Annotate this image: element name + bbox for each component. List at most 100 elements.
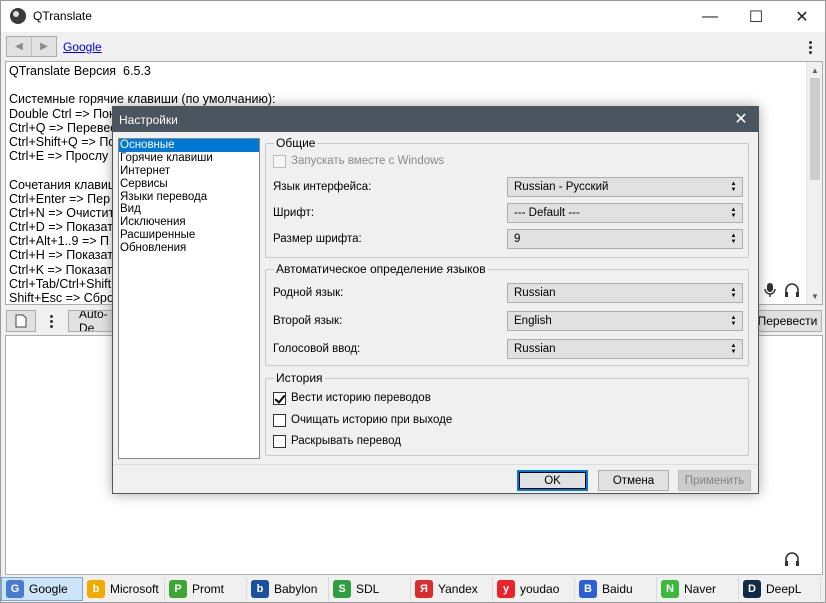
translation-headphones-icon[interactable]	[784, 551, 800, 567]
dialog-title: Настройки	[119, 113, 178, 127]
close-icon[interactable]: ✕	[779, 1, 825, 32]
naver-icon: N	[661, 580, 679, 598]
autodetect-group-title: Автоматическое определение языков	[274, 262, 488, 276]
category-item[interactable]: Языки перевода	[119, 191, 259, 204]
headphones-icon[interactable]	[784, 282, 800, 298]
spin-caret-icon: ▲ ▼	[730, 207, 737, 219]
scroll-up-icon[interactable]: ▲	[807, 62, 822, 78]
scroll-thumb[interactable]	[810, 78, 820, 180]
keep-history-label: Вести историю переводов	[291, 392, 431, 404]
category-item[interactable]: Обновления	[119, 242, 259, 255]
deepl-icon: D	[743, 580, 761, 598]
service-link[interactable]: Google	[63, 40, 102, 54]
font-size-value: 9	[514, 233, 521, 245]
service-tab[interactable]: P Promt	[165, 577, 247, 601]
service-tab[interactable]: N Naver	[657, 577, 739, 601]
apply-button[interactable]: Применить	[678, 470, 751, 491]
service-tab[interactable]: b Babylon	[247, 577, 329, 601]
minimize-icon[interactable]: —	[687, 1, 733, 32]
history-group-title: История	[274, 371, 325, 385]
category-item[interactable]: Горячие клавиши	[119, 152, 259, 165]
forward-arrow-icon[interactable]: ▶	[31, 37, 56, 56]
spin-caret-icon: ▲ ▼	[730, 181, 737, 193]
babylon-icon: b	[251, 580, 269, 598]
voice-input-select[interactable]: Russian ▲ ▼	[507, 339, 743, 359]
service-tab-label: Yandex	[438, 582, 478, 596]
service-tab[interactable]: B Baidu	[575, 577, 657, 601]
native-language-select[interactable]: Russian ▲ ▼	[507, 283, 743, 303]
maximize-icon[interactable]: ☐	[733, 1, 779, 32]
title-bar: QTranslate — ☐ ✕	[1, 1, 825, 32]
clear-history-checkbox[interactable]	[273, 414, 286, 427]
voice-input-label: Голосовой ввод:	[273, 343, 361, 355]
promt-icon: P	[169, 580, 187, 598]
category-item[interactable]: Интернет	[119, 165, 259, 178]
new-document-button[interactable]	[6, 310, 36, 332]
dialog-title-bar: Настройки ✕	[113, 107, 758, 132]
service-tab-label: Naver	[684, 582, 717, 596]
history-nav: ◀ ▶	[6, 36, 57, 57]
category-item[interactable]: Вид	[119, 203, 259, 216]
baidu-icon: B	[579, 580, 597, 598]
startup-checkbox[interactable]	[273, 155, 286, 168]
service-tab-label: Baidu	[602, 582, 633, 596]
window-title: QTranslate	[33, 9, 92, 23]
document-icon	[15, 314, 27, 328]
category-item[interactable]: Исключения	[119, 216, 259, 229]
service-tab-label: Google	[29, 582, 68, 596]
yandex-icon: Я	[415, 580, 433, 598]
voice-input-value: Russian	[514, 343, 556, 355]
google-icon: G	[6, 580, 24, 598]
back-arrow-icon[interactable]: ◀	[7, 37, 31, 56]
font-select[interactable]: --- Default --- ▲ ▼	[507, 203, 743, 223]
second-language-select[interactable]: English ▲ ▼	[507, 311, 743, 331]
spin-caret-icon: ▲ ▼	[730, 315, 737, 327]
category-item[interactable]: Расширенные	[119, 229, 259, 242]
clear-history-label: Очищать историю при выходе	[291, 414, 453, 426]
expand-translation-checkbox[interactable]	[273, 435, 286, 448]
service-tab[interactable]: y youdao	[493, 577, 575, 601]
dialog-separator	[113, 464, 758, 465]
startup-label: Запускать вместе с Windows	[291, 155, 445, 167]
ok-button[interactable]: OK	[517, 470, 588, 491]
expand-translation-label: Раскрывать перевод	[291, 435, 401, 447]
spin-caret-icon: ▲ ▼	[730, 233, 737, 245]
source-scrollbar[interactable]: ▲ ▼	[806, 62, 822, 304]
microphone-icon[interactable]	[763, 282, 777, 298]
ui-language-label: Язык интерфейса:	[273, 181, 372, 193]
middle-more-icon[interactable]	[48, 314, 54, 329]
scroll-down-icon[interactable]: ▼	[807, 288, 822, 304]
second-language-label: Второй язык:	[273, 315, 343, 327]
font-value: --- Default ---	[514, 207, 580, 219]
dialog-close-icon[interactable]: ✕	[730, 109, 752, 129]
category-item[interactable]: Сервисы	[119, 178, 259, 191]
cancel-button[interactable]: Отмена	[598, 470, 669, 491]
service-tab[interactable]: b Microsoft	[83, 577, 165, 601]
more-menu-icon[interactable]	[807, 40, 813, 55]
service-tab[interactable]: Я Yandex	[411, 577, 493, 601]
top-toolbar: ◀ ▶ Google	[1, 32, 825, 60]
font-label: Шрифт:	[273, 207, 315, 219]
ui-language-select[interactable]: Russian - Русский ▲ ▼	[507, 177, 743, 197]
service-tab-label: SDL	[356, 582, 380, 596]
service-tab-label: Microsoft	[110, 582, 159, 596]
autodetect-group: Автоматическое определение языков Родной…	[265, 262, 749, 366]
auto-detect-button[interactable]: Auto-De	[68, 310, 116, 332]
settings-category-list[interactable]: Основные Горячие клавиши Интернет Сервисы Яз…	[118, 138, 260, 459]
qtranslate-logo-icon	[10, 8, 26, 24]
category-item[interactable]: Основные	[119, 139, 259, 152]
font-size-select[interactable]: 9 ▲ ▼	[507, 229, 743, 249]
general-group: Общие Запускать вместе с Windows Язык ин…	[265, 136, 749, 258]
font-size-label: Размер шрифта:	[273, 233, 362, 245]
second-language-value: English	[514, 315, 552, 327]
translate-button[interactable]: Перевести	[753, 310, 822, 332]
settings-dialog: Настройки ✕ Основные Горячие клавиши Интер…	[112, 106, 759, 494]
service-tabs: G Google b Microsoft P Promt b Babylon S SDL Я Yand…	[1, 577, 825, 602]
service-tab[interactable]: S SDL	[329, 577, 411, 601]
spin-caret-icon: ▲ ▼	[730, 287, 737, 299]
keep-history-checkbox[interactable]	[273, 392, 286, 405]
service-tab[interactable]: D DeepL	[739, 577, 821, 601]
service-tab[interactable]: G Google	[1, 577, 83, 601]
source-line: QTranslate Версия 6.5.3	[9, 64, 151, 78]
source-line: Системные горячие клавиши (по умолчанию)…	[9, 92, 276, 107]
